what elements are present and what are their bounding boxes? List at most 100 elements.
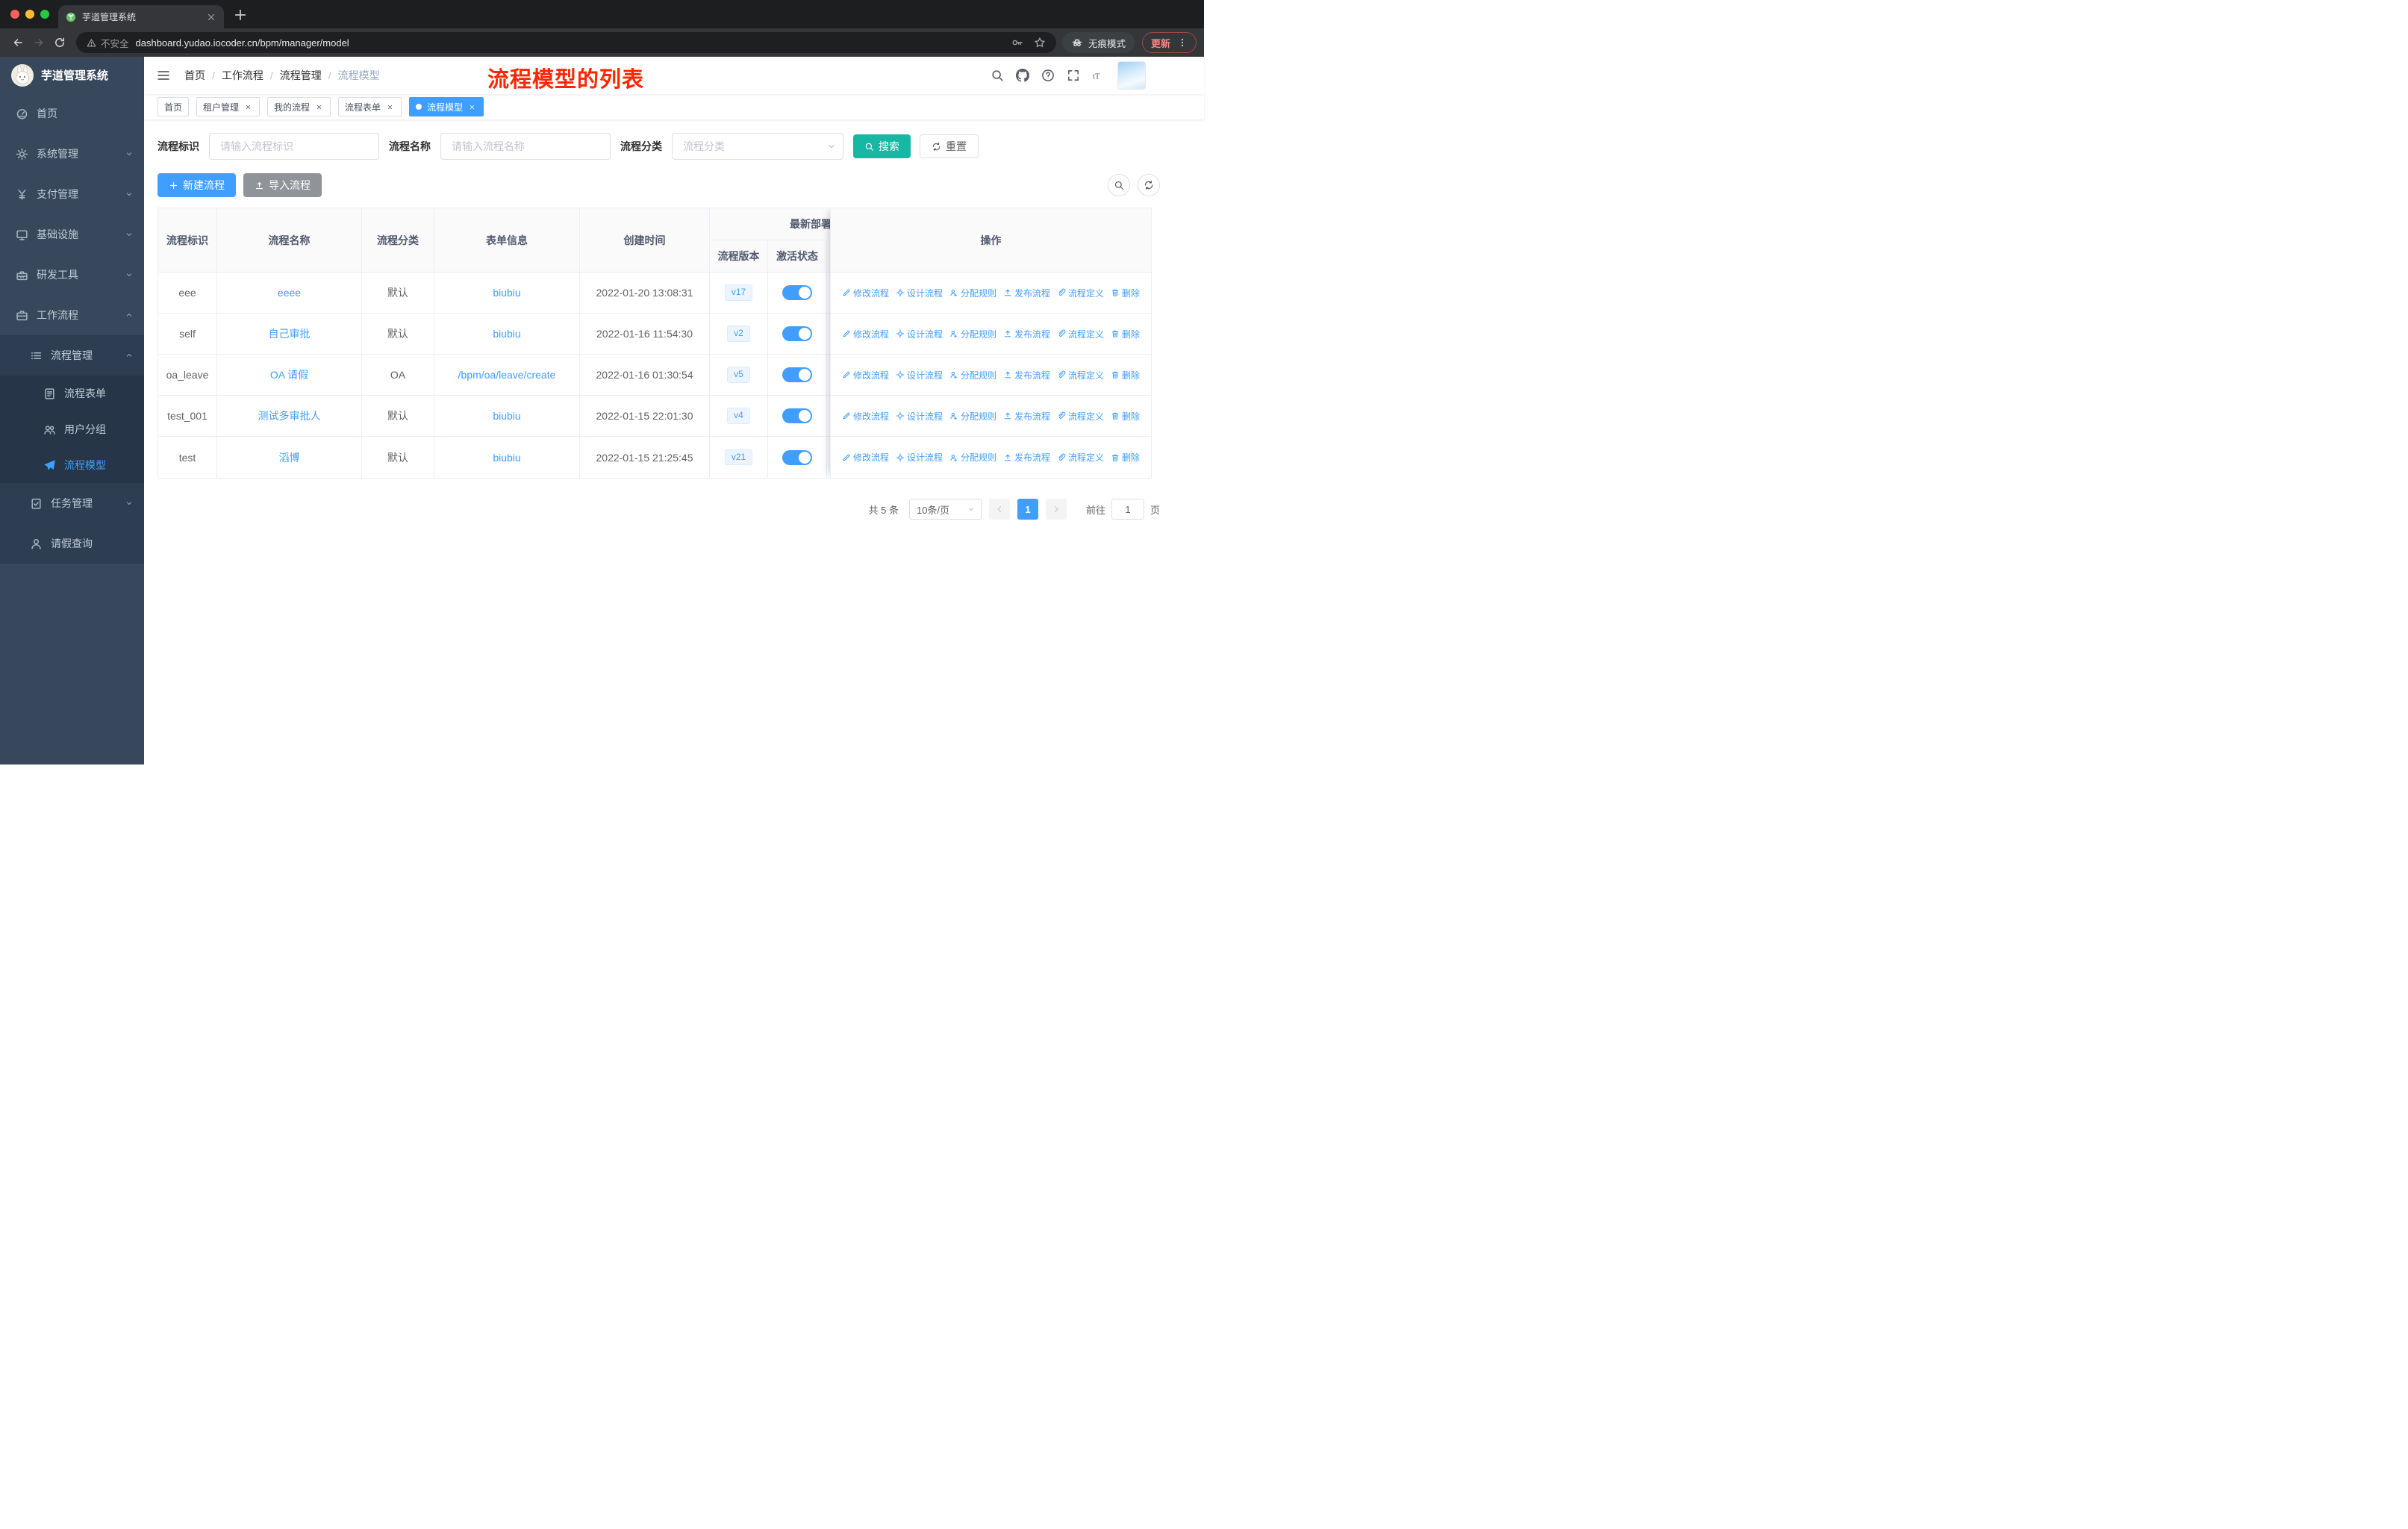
address-bar[interactable]: 不安全 dashboard.yudao.iocoder.cn/bpm/manag… bbox=[76, 32, 1056, 53]
close-window-button[interactable] bbox=[10, 10, 19, 19]
sidebar-item-系统管理[interactable]: 系统管理 bbox=[0, 134, 144, 174]
active-toggle[interactable] bbox=[782, 285, 812, 300]
edit-action-link[interactable]: 修改流程 bbox=[842, 287, 889, 299]
tag-租户管理[interactable]: 租户管理 bbox=[196, 97, 261, 116]
sidebar-item-首页[interactable]: 首页 bbox=[0, 93, 144, 134]
active-toggle[interactable] bbox=[782, 367, 812, 382]
tag-流程模型[interactable]: 流程模型 bbox=[409, 97, 484, 116]
current-page[interactable]: 1 bbox=[1017, 499, 1038, 520]
back-button[interactable] bbox=[7, 32, 28, 53]
key-icon[interactable] bbox=[1011, 37, 1023, 49]
breadcrumb-item[interactable]: 首页 bbox=[184, 68, 205, 83]
prev-page-button[interactable] bbox=[988, 499, 1010, 520]
page-jump-input[interactable] bbox=[1111, 499, 1144, 520]
tag-流程表单[interactable]: 流程表单 bbox=[338, 97, 402, 116]
category-select[interactable] bbox=[672, 133, 843, 160]
process-name-link[interactable]: 测试多审批人 bbox=[258, 408, 321, 423]
assign-action-link[interactable]: 分配规则 bbox=[949, 410, 996, 423]
sidebar-item-基础设施[interactable]: 基础设施 bbox=[0, 214, 144, 255]
delete-action-link[interactable]: 删除 bbox=[1111, 328, 1140, 340]
close-icon[interactable] bbox=[384, 102, 395, 112]
sidebar-item-请假查询[interactable]: 请假查询 bbox=[0, 523, 144, 564]
process-name-link[interactable]: eeee bbox=[278, 287, 301, 299]
help-icon[interactable] bbox=[1041, 69, 1055, 82]
delete-action-link[interactable]: 删除 bbox=[1111, 410, 1140, 423]
sidebar-item-流程模型[interactable]: 流程模型 bbox=[0, 447, 144, 483]
design-action-link[interactable]: 设计流程 bbox=[896, 410, 943, 423]
form-link[interactable]: biubiu bbox=[493, 452, 520, 464]
design-action-link[interactable]: 设计流程 bbox=[896, 451, 943, 464]
edit-action-link[interactable]: 修改流程 bbox=[842, 451, 889, 464]
sidebar-item-任务管理[interactable]: 任务管理 bbox=[0, 483, 144, 523]
minimize-window-button[interactable] bbox=[25, 10, 34, 19]
sidebar-item-研发工具[interactable]: 研发工具 bbox=[0, 255, 144, 295]
sidebar-toggle-button[interactable] bbox=[156, 68, 171, 83]
form-link[interactable]: biubiu bbox=[493, 410, 520, 422]
publish-action-link[interactable]: 发布流程 bbox=[1003, 287, 1050, 299]
security-status[interactable]: 不安全 bbox=[87, 36, 129, 50]
assign-action-link[interactable]: 分配规则 bbox=[949, 328, 996, 340]
assign-action-link[interactable]: 分配规则 bbox=[949, 287, 996, 299]
fullscreen-icon[interactable] bbox=[1067, 69, 1080, 82]
publish-action-link[interactable]: 发布流程 bbox=[1003, 451, 1050, 464]
definition-action-link[interactable]: 流程定义 bbox=[1057, 328, 1104, 340]
github-icon[interactable] bbox=[1016, 69, 1029, 82]
reload-button[interactable] bbox=[49, 32, 70, 53]
definition-action-link[interactable]: 流程定义 bbox=[1057, 287, 1104, 299]
bookmark-star-icon[interactable] bbox=[1034, 37, 1046, 49]
tab-close-icon[interactable] bbox=[206, 12, 216, 22]
toggle-search-button[interactable] bbox=[1108, 174, 1130, 196]
close-icon[interactable] bbox=[314, 102, 324, 112]
font-size-icon[interactable]: tT bbox=[1092, 69, 1105, 82]
create-process-button[interactable]: 新建流程 bbox=[157, 173, 236, 197]
publish-action-link[interactable]: 发布流程 bbox=[1003, 410, 1050, 423]
design-action-link[interactable]: 设计流程 bbox=[896, 328, 943, 340]
sidebar-item-工作流程[interactable]: 工作流程 bbox=[0, 295, 144, 335]
publish-action-link[interactable]: 发布流程 bbox=[1003, 328, 1050, 340]
category-select-input[interactable] bbox=[672, 133, 843, 160]
assign-action-link[interactable]: 分配规则 bbox=[949, 451, 996, 464]
breadcrumb-item[interactable]: 工作流程 bbox=[222, 68, 263, 83]
forward-button[interactable] bbox=[28, 32, 49, 53]
definition-action-link[interactable]: 流程定义 bbox=[1057, 410, 1104, 423]
tag-我的流程[interactable]: 我的流程 bbox=[267, 97, 331, 116]
search-button[interactable]: 搜索 bbox=[853, 134, 911, 158]
tag-首页[interactable]: 首页 bbox=[157, 97, 190, 116]
user-avatar[interactable] bbox=[1117, 61, 1146, 90]
delete-action-link[interactable]: 删除 bbox=[1111, 369, 1140, 382]
refresh-table-button[interactable] bbox=[1138, 174, 1160, 196]
active-toggle[interactable] bbox=[782, 326, 812, 341]
sidebar-item-流程管理[interactable]: 流程管理 bbox=[0, 335, 144, 376]
process-id-input[interactable] bbox=[209, 133, 379, 160]
publish-action-link[interactable]: 发布流程 bbox=[1003, 369, 1050, 382]
process-name-input[interactable] bbox=[440, 133, 611, 160]
edit-action-link[interactable]: 修改流程 bbox=[842, 369, 889, 382]
edit-action-link[interactable]: 修改流程 bbox=[842, 410, 889, 423]
delete-action-link[interactable]: 删除 bbox=[1111, 451, 1140, 464]
zoom-window-button[interactable] bbox=[40, 10, 49, 19]
reset-button[interactable]: 重置 bbox=[920, 134, 979, 158]
form-link[interactable]: biubiu bbox=[493, 287, 520, 299]
close-icon[interactable] bbox=[243, 102, 253, 112]
sidebar-item-用户分组[interactable]: 用户分组 bbox=[0, 411, 144, 447]
design-action-link[interactable]: 设计流程 bbox=[896, 287, 943, 299]
new-tab-button[interactable] bbox=[233, 7, 248, 22]
process-name-link[interactable]: OA 请假 bbox=[270, 367, 308, 382]
page-size-select[interactable]: 10条/页 bbox=[908, 499, 982, 520]
form-link[interactable]: biubiu bbox=[493, 328, 520, 340]
delete-action-link[interactable]: 删除 bbox=[1111, 287, 1140, 299]
search-icon[interactable] bbox=[991, 69, 1004, 82]
browser-menu-icon[interactable] bbox=[1177, 37, 1188, 48]
breadcrumb-item[interactable]: 流程管理 bbox=[280, 68, 322, 83]
sidebar-item-支付管理[interactable]: 支付管理 bbox=[0, 174, 144, 214]
process-name-link[interactable]: 滔博 bbox=[279, 450, 300, 465]
active-toggle[interactable] bbox=[782, 449, 812, 465]
next-page-button[interactable] bbox=[1045, 499, 1067, 520]
design-action-link[interactable]: 设计流程 bbox=[896, 369, 943, 382]
close-icon[interactable] bbox=[467, 102, 477, 112]
definition-action-link[interactable]: 流程定义 bbox=[1057, 369, 1104, 382]
edit-action-link[interactable]: 修改流程 bbox=[842, 328, 889, 340]
browser-update-button[interactable]: 更新 bbox=[1141, 32, 1197, 53]
definition-action-link[interactable]: 流程定义 bbox=[1057, 451, 1104, 464]
form-link[interactable]: /bpm/oa/leave/create bbox=[458, 369, 556, 381]
